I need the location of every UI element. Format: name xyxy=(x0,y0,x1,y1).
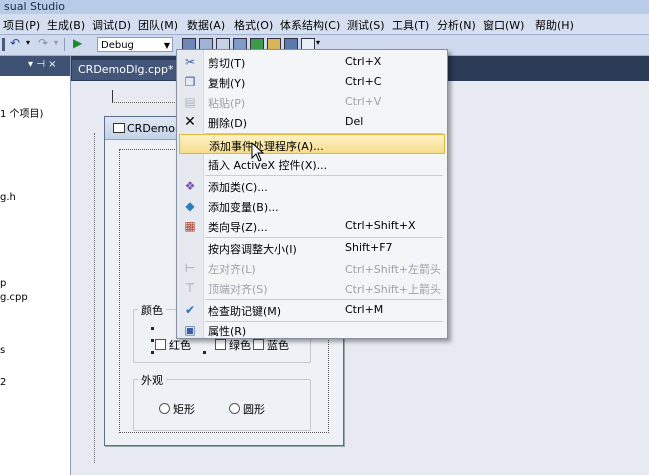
menu-test[interactable]: 测试(S) xyxy=(347,17,385,33)
panel-controls[interactable]: ▾ ⊣ × xyxy=(28,59,56,70)
menu-bar: 项目(P) 生成(B) 调试(D) 团队(M) 数据(A) 格式(O) 体系结构… xyxy=(0,14,649,35)
vertical-ruler xyxy=(84,133,95,463)
menu-debug[interactable]: 调试(D) xyxy=(92,17,131,33)
menu-analyze[interactable]: 分析(N) xyxy=(437,17,476,33)
copy-icon: ❐ xyxy=(184,75,196,89)
window-title: sual Studio xyxy=(4,0,66,13)
start-debugging-icon[interactable]: ▶ xyxy=(73,36,82,50)
delete-icon: ✕ xyxy=(184,114,196,130)
radio-circle xyxy=(159,403,170,414)
menu-project[interactable]: 项目(P) xyxy=(3,17,40,33)
menu-item-align-left[interactable]: ⊢ 左对齐(L) Ctrl+Shift+左箭头 xyxy=(177,258,447,278)
toolbar-grip xyxy=(2,38,5,51)
dialog-title: CRDemo xyxy=(127,122,176,135)
solution-line[interactable]: 1 个项目) xyxy=(0,105,43,120)
menu-item-properties[interactable]: ▣ 属性(R) xyxy=(177,320,447,340)
selection-handle[interactable] xyxy=(203,351,206,354)
solution-explorer-header: ▾ ⊣ × xyxy=(0,56,70,76)
menu-architecture[interactable]: 体系结构(C) xyxy=(280,17,340,33)
checkbox-blue-label: 蓝色 xyxy=(267,339,289,352)
color-group-label: 颜色 xyxy=(138,302,166,318)
solution-explorer-panel: ▾ ⊣ × 1 个项目) g.h p g.cpp s 2 xyxy=(0,56,71,475)
tab-label: CRDemoDlg.cpp* xyxy=(78,63,174,76)
menu-build[interactable]: 生成(B) xyxy=(47,17,85,33)
scissors-icon: ✂ xyxy=(184,55,196,69)
redo-dropdown-icon[interactable]: ▾ xyxy=(54,38,58,47)
solution-file[interactable]: g.cpp xyxy=(0,292,28,303)
undo-icon[interactable]: ↶ xyxy=(10,36,20,50)
menu-item-cut[interactable]: ✂ 剪切(T) Ctrl+X xyxy=(177,52,447,72)
radio-rectangle-label: 矩形 xyxy=(173,403,195,416)
menu-team[interactable]: 团队(M) xyxy=(138,17,178,33)
checkbox-box xyxy=(155,339,166,350)
menu-window[interactable]: 窗口(W) xyxy=(483,17,524,33)
solution-file[interactable]: 2 xyxy=(0,377,6,388)
menu-help[interactable]: 帮助(H) xyxy=(535,17,574,33)
menu-format[interactable]: 格式(O) xyxy=(234,17,273,33)
menu-item-insert-activex[interactable]: 插入 ActiveX 控件(X)... xyxy=(177,154,447,174)
dialog-window-icon xyxy=(113,123,125,133)
menu-item-align-top[interactable]: ⊤ 顶端对齐(S) Ctrl+Shift+上箭头 xyxy=(177,278,447,298)
solution-file[interactable]: s xyxy=(0,345,5,356)
context-menu: ✂ 剪切(T) Ctrl+X ❐ 复制(Y) Ctrl+C ▤ 粘贴(P) Ct… xyxy=(176,49,448,339)
radio-circle xyxy=(229,403,240,414)
window-title-bar: sual Studio xyxy=(0,0,649,14)
selection-handle[interactable] xyxy=(151,327,154,330)
radio-rectangle[interactable]: 矩形 xyxy=(159,401,195,417)
checkbox-green-label: 绿色 xyxy=(229,339,251,352)
checkbox-box xyxy=(253,339,264,350)
radio-ellipse[interactable]: 圆形 xyxy=(229,401,265,417)
solution-file[interactable]: g.h xyxy=(0,192,16,203)
add-variable-icon: ◆ xyxy=(185,199,195,213)
solution-file[interactable]: p xyxy=(0,278,6,289)
menu-item-add-variable[interactable]: ◆ 添加变量(B)... xyxy=(177,196,447,216)
look-group-label: 外观 xyxy=(138,372,166,388)
menu-tools[interactable]: 工具(T) xyxy=(392,17,429,33)
horizontal-ruler xyxy=(112,90,179,103)
align-left-icon: ⊢ xyxy=(184,261,196,275)
radio-ellipse-label: 圆形 xyxy=(243,403,265,416)
checkbox-box xyxy=(215,339,226,350)
paste-icon: ▤ xyxy=(184,95,196,109)
menu-item-add-class[interactable]: ❖ 添加类(C)... xyxy=(177,176,447,196)
menu-item-class-wizard[interactable]: ▦ 类向导(Z)... Ctrl+Shift+X xyxy=(177,216,447,236)
solution-config-value: Debug xyxy=(101,40,134,51)
properties-icon: ▣ xyxy=(184,323,196,337)
add-class-icon: ❖ xyxy=(184,179,196,193)
undo-dropdown-icon[interactable]: ▾ xyxy=(26,38,30,47)
selection-handle[interactable] xyxy=(151,339,154,342)
mouse-pointer-icon xyxy=(251,142,265,162)
solution-config-select[interactable]: Debug ▼ xyxy=(97,37,173,52)
toolbar-overflow-icon[interactable]: ▾ xyxy=(316,38,320,47)
menu-item-copy[interactable]: ❐ 复制(Y) Ctrl+C xyxy=(177,72,447,92)
redo-icon[interactable]: ↷ xyxy=(38,36,48,50)
selection-handle[interactable] xyxy=(151,351,154,354)
check-mnemonics-icon: ✔ xyxy=(184,303,196,317)
menu-data[interactable]: 数据(A) xyxy=(187,17,225,33)
checkbox-red-label: 红色 xyxy=(169,339,191,352)
toolbar-separator xyxy=(64,38,65,51)
menu-item-add-event-handler[interactable]: 添加事件处理程序(A)... xyxy=(179,134,445,154)
menu-item-check-mnemonics[interactable]: ✔ 检查助记键(M) Ctrl+M xyxy=(177,300,447,320)
align-top-icon: ⊤ xyxy=(184,281,196,295)
menu-item-size-to-content[interactable]: 按内容调整大小(I) Shift+F7 xyxy=(177,238,447,258)
chevron-down-icon: ▼ xyxy=(163,41,170,50)
class-wizard-icon: ▦ xyxy=(184,219,196,233)
tab-crdemodlg-cpp[interactable]: CRDemoDlg.cpp* xyxy=(72,60,176,80)
menu-item-delete[interactable]: ✕ 删除(D) Del xyxy=(177,112,447,132)
menu-item-paste[interactable]: ▤ 粘贴(P) Ctrl+V xyxy=(177,92,447,112)
